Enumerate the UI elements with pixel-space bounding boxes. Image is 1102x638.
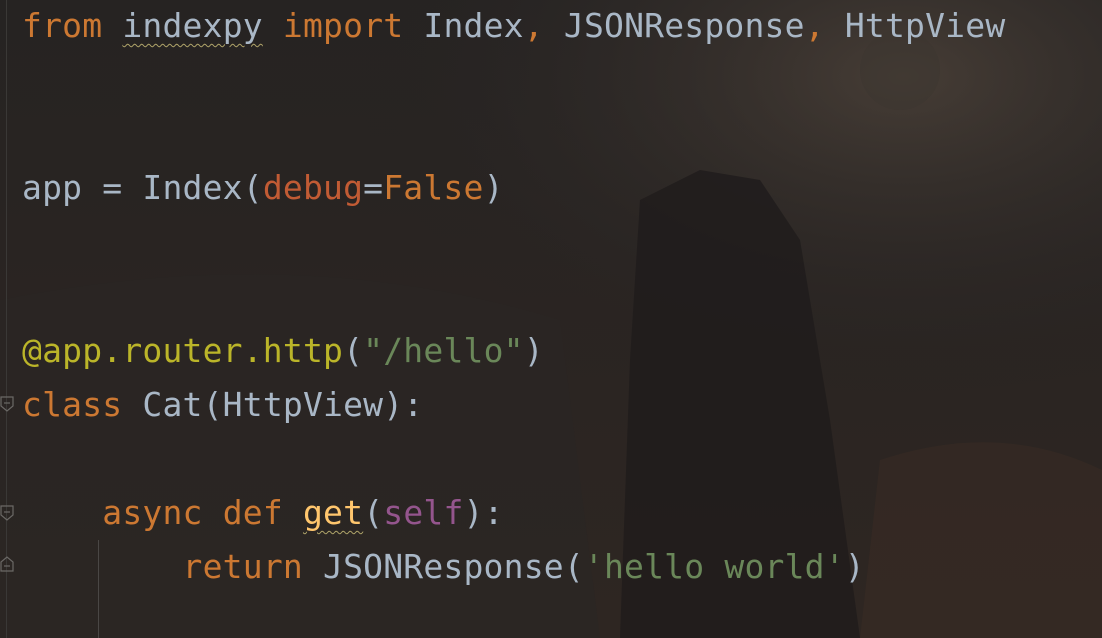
code-line-class-def[interactable]: class Cat(HttpView): <box>22 385 423 425</box>
code-line-return[interactable]: return JSONResponse('hello world') <box>22 547 865 587</box>
keyword-token: return <box>182 547 303 586</box>
string-token: "/hello" <box>363 331 524 370</box>
comma-token: , <box>523 6 544 45</box>
indent-guide <box>98 540 99 638</box>
paren-token: ) <box>844 547 865 586</box>
keyword-token: def <box>222 493 283 532</box>
indent-token <box>22 493 102 532</box>
identifier-token: HttpView <box>824 6 1006 45</box>
keyword-token: import <box>282 6 404 45</box>
module-name-token: indexpy <box>122 6 263 45</box>
constant-token: False <box>383 168 484 207</box>
identifier-token: JSONResponse <box>543 6 805 45</box>
fold-start-icon[interactable] <box>0 505 14 521</box>
paren-token: ) <box>483 168 504 207</box>
string-token: 'hello world' <box>583 547 845 586</box>
paren-token: ) <box>523 331 544 370</box>
decorator-token: @app.router.http <box>22 331 344 370</box>
identifier-token: JSONResponse( <box>302 547 584 586</box>
identifier-token: Index <box>403 6 524 45</box>
fold-start-icon[interactable] <box>0 396 14 412</box>
code-line-decorator[interactable]: @app.router.http("/hello") <box>22 331 544 371</box>
gutter-border <box>6 0 7 638</box>
indent-token <box>22 547 183 586</box>
keyword-token: async <box>102 493 203 532</box>
code-line-app-assign[interactable]: app = Index(debug=False) <box>22 168 504 208</box>
comma-token: , <box>804 6 825 45</box>
code-editor[interactable]: from indexpy import Index, JSONResponse,… <box>0 0 1102 638</box>
fold-end-icon[interactable] <box>0 556 14 572</box>
identifier-token: app = Index( <box>22 168 263 207</box>
operator-token: = <box>363 168 384 207</box>
keyword-token: from <box>22 6 103 45</box>
paren-token: ( <box>343 331 364 370</box>
code-line-method-def[interactable]: async def get(self): <box>22 493 504 533</box>
identifier-token: Cat(HttpView): <box>122 385 424 424</box>
keyword-token: class <box>22 385 123 424</box>
parameter-token: debug <box>262 168 364 207</box>
self-token: self <box>383 493 464 532</box>
paren-token: ): <box>463 493 504 532</box>
code-line-import[interactable]: from indexpy import Index, JSONResponse,… <box>22 6 1005 46</box>
function-name-token: get <box>302 493 364 532</box>
paren-token: ( <box>363 493 384 532</box>
